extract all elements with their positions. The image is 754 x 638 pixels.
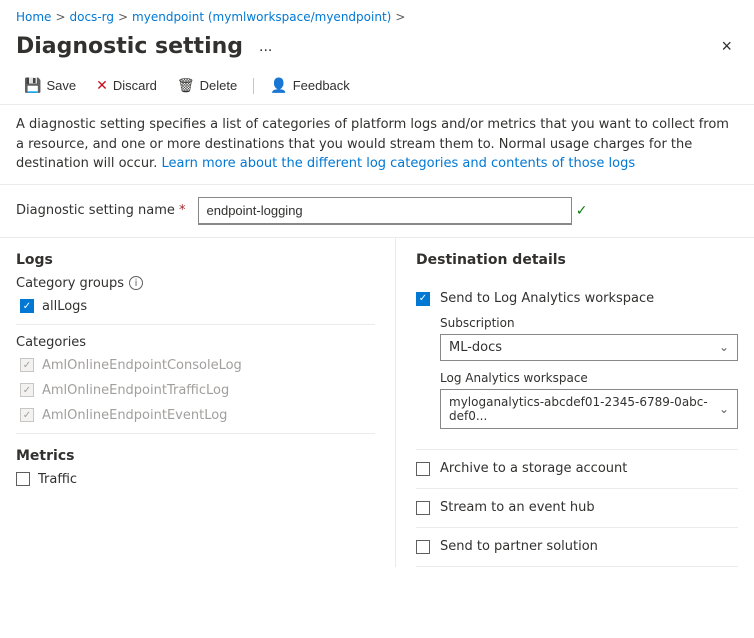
required-indicator: *: [179, 203, 186, 218]
metrics-divider: [16, 433, 375, 434]
workspace-value: myloganalytics-abcdef01-2345-6789-0abc-d…: [449, 395, 719, 423]
category-groups-section: Category groups i allLogs: [16, 276, 375, 314]
logs-section-title: Logs: [16, 252, 375, 268]
traffic-row: Traffic: [16, 472, 375, 487]
right-panel: Destination details Send to Log Analytic…: [396, 238, 738, 568]
allLogs-label[interactable]: allLogs: [42, 299, 87, 314]
discard-label: Discard: [113, 78, 157, 93]
toolbar: 💾 Save ✕ Discard 🗑 Delete 👤 Feedback: [0, 67, 754, 105]
save-icon: 💾: [24, 77, 41, 94]
allLogs-checkbox[interactable]: [20, 299, 34, 313]
category-groups-label: Category groups i: [16, 276, 375, 291]
delete-icon: 🗑: [177, 77, 195, 94]
breadcrumb: Home > docs-rg > myendpoint (mymlworkspa…: [0, 0, 754, 30]
metrics-section-title: Metrics: [16, 448, 375, 464]
subscription-dropdown[interactable]: ML-docs ⌄: [440, 334, 738, 361]
cat-item-2: AmlOnlineEndpointTrafficLog: [16, 383, 375, 398]
subscription-label: Subscription: [440, 316, 738, 330]
discard-button[interactable]: ✕ Discard: [88, 73, 165, 98]
workspace-dropdown[interactable]: myloganalytics-abcdef01-2345-6789-0abc-d…: [440, 389, 738, 429]
archive-storage-option: Archive to a storage account: [416, 450, 738, 489]
partner-solution-label[interactable]: Send to partner solution: [440, 538, 598, 556]
feedback-label: Feedback: [293, 78, 350, 93]
logs-divider: [16, 324, 375, 325]
learn-more-link[interactable]: Learn more about the different log categ…: [161, 156, 635, 171]
cat-item-3: AmlOnlineEndpointEventLog: [16, 408, 375, 423]
ellipsis-button[interactable]: ...: [253, 36, 278, 58]
setting-name-row: Diagnostic setting name * ✓: [0, 185, 754, 238]
partner-solution-checkbox[interactable]: [416, 540, 430, 554]
left-panel: Logs Category groups i allLogs Categorie…: [16, 238, 396, 568]
save-button[interactable]: 💾 Save: [16, 73, 84, 98]
log-analytics-label[interactable]: Send to Log Analytics workspace: [440, 291, 654, 306]
cat-item-1: AmlOnlineEndpointConsoleLog: [16, 358, 375, 373]
breadcrumb-docs-rg[interactable]: docs-rg: [70, 10, 114, 24]
event-hub-label[interactable]: Stream to an event hub: [440, 499, 595, 517]
close-button[interactable]: ×: [715, 34, 738, 59]
delete-button[interactable]: 🗑 Delete: [169, 73, 245, 98]
log-analytics-checkbox[interactable]: [416, 292, 430, 306]
info-banner: A diagnostic setting specifies a list of…: [0, 105, 754, 185]
category-groups-info-icon[interactable]: i: [129, 276, 143, 290]
discard-icon: ✕: [96, 77, 108, 94]
delete-label: Delete: [200, 78, 238, 93]
setting-name-label: Diagnostic setting name *: [16, 203, 186, 218]
subscription-chevron-icon: ⌄: [719, 340, 729, 354]
log-analytics-option: Send to Log Analytics workspace Subscrip…: [416, 280, 738, 450]
valid-icon: ✓: [576, 203, 588, 219]
workspace-chevron-icon: ⌄: [719, 402, 729, 416]
metrics-section: Metrics Traffic: [16, 448, 375, 487]
page-header: Diagnostic setting ... ×: [0, 30, 754, 67]
destination-title: Destination details: [416, 252, 738, 268]
categories-label: Categories: [16, 335, 375, 350]
allLogs-row: allLogs: [16, 299, 375, 314]
log-analytics-subfields: Subscription ML-docs ⌄ Log Analytics wor…: [440, 308, 738, 429]
subscription-value: ML-docs: [449, 340, 502, 355]
feedback-button[interactable]: 👤 Feedback: [262, 73, 358, 98]
archive-storage-checkbox[interactable]: [416, 462, 430, 476]
cat2-label: AmlOnlineEndpointTrafficLog: [42, 383, 229, 398]
setting-name-input[interactable]: [198, 197, 572, 225]
cat1-label: AmlOnlineEndpointConsoleLog: [42, 358, 242, 373]
main-content: Logs Category groups i allLogs Categorie…: [0, 238, 754, 568]
breadcrumb-myendpoint[interactable]: myendpoint (mymlworkspace/myendpoint): [132, 10, 391, 24]
cat3-label: AmlOnlineEndpointEventLog: [42, 408, 227, 423]
traffic-label[interactable]: Traffic: [38, 472, 77, 487]
cat3-checkbox: [20, 408, 34, 422]
event-hub-option: Stream to an event hub: [416, 489, 738, 528]
save-label: Save: [46, 78, 76, 93]
cat1-checkbox: [20, 358, 34, 372]
workspace-label: Log Analytics workspace: [440, 371, 738, 385]
feedback-icon: 👤: [270, 77, 287, 94]
categories-section: Categories AmlOnlineEndpointConsoleLog A…: [16, 335, 375, 423]
toolbar-separator: [253, 78, 254, 94]
cat2-checkbox: [20, 383, 34, 397]
breadcrumb-home[interactable]: Home: [16, 10, 51, 24]
traffic-checkbox[interactable]: [16, 472, 30, 486]
page-title: Diagnostic setting: [16, 34, 243, 59]
event-hub-checkbox[interactable]: [416, 501, 430, 515]
partner-solution-option: Send to partner solution: [416, 528, 738, 567]
archive-storage-label[interactable]: Archive to a storage account: [440, 460, 627, 478]
